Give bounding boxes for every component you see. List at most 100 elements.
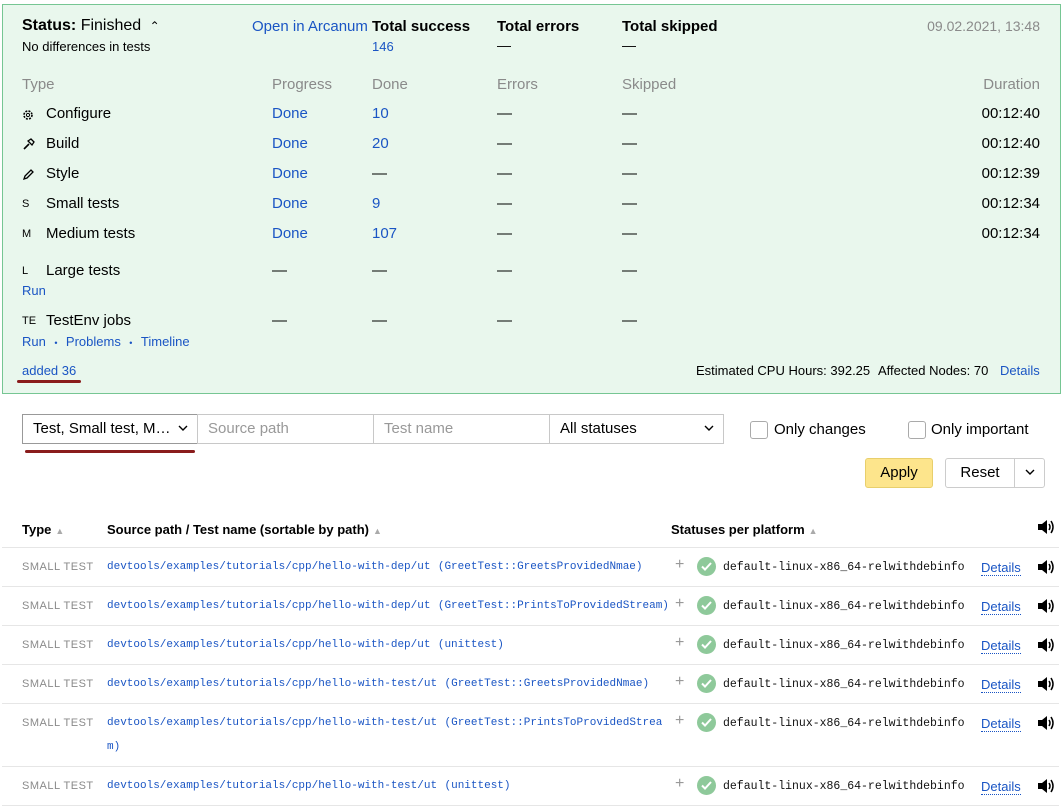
summary-errors: — — [497, 105, 512, 122]
test-name[interactable]: (unittest) — [438, 639, 504, 651]
test-source-path[interactable]: devtools/examples/tutorials/cpp/hello-wi… — [107, 639, 430, 651]
details-link[interactable]: Details — [981, 677, 1021, 693]
details-link[interactable]: Details — [981, 599, 1021, 615]
row-divider — [2, 664, 1059, 665]
expand-plus-icon[interactable]: + — [675, 556, 684, 574]
details-link[interactable]: Details — [981, 779, 1021, 795]
col-progress: Progress — [272, 76, 333, 93]
test-name[interactable]: (GreetTest::PrintsToProvidedStrea — [445, 717, 663, 729]
status-label: Status: — [22, 17, 77, 34]
only-changes-checkbox[interactable] — [750, 421, 768, 439]
status-value: Finished — [80, 17, 142, 34]
row-divider — [2, 805, 1059, 806]
total-success-value[interactable]: 146 — [372, 39, 394, 54]
only-important-label[interactable]: Only important — [931, 421, 1029, 438]
apply-button[interactable]: Apply — [865, 458, 933, 488]
summary-progress[interactable]: Done — [272, 225, 308, 242]
details-link[interactable]: Details — [981, 638, 1021, 654]
testenv-problems-link[interactable]: Problems — [66, 334, 121, 349]
th-type[interactable]: Type ▲︎ — [22, 522, 64, 537]
test-name[interactable]: (GreetTest::PrintsToProvidedStream) — [438, 600, 669, 612]
total-success-label: Total success — [372, 18, 471, 35]
summary-done[interactable]: 20 — [372, 135, 389, 152]
expand-plus-icon[interactable]: + — [675, 595, 684, 613]
testenv-links: Run • Problems • Timeline — [22, 333, 190, 351]
test-source-path[interactable]: devtools/examples/tutorials/cpp/hello-wi… — [107, 780, 437, 792]
reset-button[interactable]: Reset — [945, 458, 1015, 488]
summary-progress[interactable]: Done — [272, 195, 308, 212]
summary-progress[interactable]: Done — [272, 105, 308, 122]
details-link[interactable]: Details — [981, 560, 1021, 576]
th-statuses[interactable]: Statuses per platform ▲︎ — [671, 522, 818, 537]
test-name[interactable]: (GreetTest::GreetsProvidedNmae) — [438, 561, 643, 573]
summary-type-name: Small tests — [46, 195, 120, 212]
th-path[interactable]: Source path / Test name (sortable by pat… — [107, 522, 382, 537]
test-name[interactable]: (GreetTest::GreetsProvidedNmae) — [445, 678, 650, 690]
sort-icon: ▲︎ — [372, 526, 382, 536]
source-path-input[interactable]: Source path — [197, 414, 374, 444]
details-link[interactable]: Details — [981, 716, 1021, 732]
test-name-input[interactable]: Test name — [373, 414, 550, 444]
added-tests-link[interactable]: added 36 — [22, 363, 76, 378]
status-subtitle: No differences in tests — [22, 39, 151, 54]
summary-skipped: — — [622, 262, 637, 279]
only-important-checkbox[interactable] — [908, 421, 926, 439]
testenv-run-link[interactable]: Run — [22, 334, 46, 349]
speaker-icon[interactable] — [1036, 714, 1056, 737]
test-source-path[interactable]: devtools/examples/tutorials/cpp/hello-wi… — [107, 717, 437, 729]
summary-skipped: — — [622, 105, 637, 122]
summary-progress: — — [272, 312, 287, 329]
summary-errors: — — [497, 135, 512, 152]
expand-plus-icon[interactable]: + — [675, 634, 684, 652]
summary-type-name: Large tests — [46, 262, 121, 279]
check-circle-icon — [697, 596, 716, 615]
col-duration: Duration — [983, 76, 1040, 93]
large-tests-run-link[interactable]: Run — [22, 283, 46, 298]
summary-done[interactable]: 9 — [372, 195, 380, 212]
test-name-placeholder: Test name — [384, 420, 454, 437]
summary-done[interactable]: 107 — [372, 225, 397, 242]
reset-options-button[interactable] — [1014, 458, 1045, 488]
summary-duration: 00:12:39 — [981, 165, 1040, 182]
status-heading[interactable]: Status: Finished ⌃ — [22, 17, 160, 35]
row-divider — [2, 625, 1059, 626]
test-type: SMALL TEST — [22, 561, 94, 573]
check-circle-icon — [697, 776, 716, 795]
test-name[interactable]: (unittest) — [445, 780, 511, 792]
check-circle-icon — [697, 674, 716, 693]
speaker-icon[interactable] — [1036, 518, 1056, 541]
expand-plus-icon[interactable]: + — [675, 775, 684, 793]
expand-plus-icon[interactable]: + — [675, 673, 684, 691]
test-source-path[interactable]: devtools/examples/tutorials/cpp/hello-wi… — [107, 678, 437, 690]
col-skipped: Skipped — [622, 76, 677, 93]
summary-duration: 00:12:40 — [981, 105, 1040, 122]
test-name-continued[interactable]: m) — [107, 741, 120, 753]
check-circle-icon — [697, 713, 716, 732]
status-select[interactable]: All statuses — [549, 414, 724, 444]
platform-name: default-linux-x86_64-relwithdebinfo — [723, 639, 965, 652]
summary-progress[interactable]: Done — [272, 135, 308, 152]
row-divider — [2, 703, 1059, 704]
only-changes-label[interactable]: Only changes — [774, 421, 866, 438]
speaker-icon[interactable] — [1036, 558, 1056, 581]
speaker-icon[interactable] — [1036, 597, 1056, 620]
summary-done[interactable]: 10 — [372, 105, 389, 122]
platform-name: default-linux-x86_64-relwithdebinfo — [723, 600, 965, 613]
testenv-timeline-link[interactable]: Timeline — [141, 334, 190, 349]
row-divider — [2, 547, 1059, 548]
summary-progress[interactable]: Done — [272, 165, 308, 182]
test-source-path[interactable]: devtools/examples/tutorials/cpp/hello-wi… — [107, 600, 430, 612]
test-source-path[interactable]: devtools/examples/tutorials/cpp/hello-wi… — [107, 561, 430, 573]
open-in-arcanum-link[interactable]: Open in Arcanum — [252, 18, 368, 35]
col-errors: Errors — [497, 76, 538, 93]
chevron-up-icon[interactable]: ⌃ — [150, 19, 160, 33]
summary-skipped: — — [622, 225, 637, 242]
check-circle-icon — [697, 557, 716, 576]
speaker-icon[interactable] — [1036, 675, 1056, 698]
speaker-icon[interactable] — [1036, 636, 1056, 659]
summary-done: — — [372, 312, 387, 329]
expand-plus-icon[interactable]: + — [675, 712, 684, 730]
test-type-select[interactable]: Test, Small test, M… — [22, 414, 198, 444]
speaker-icon[interactable] — [1036, 777, 1056, 800]
summary-details-link[interactable]: Details — [1000, 363, 1040, 378]
